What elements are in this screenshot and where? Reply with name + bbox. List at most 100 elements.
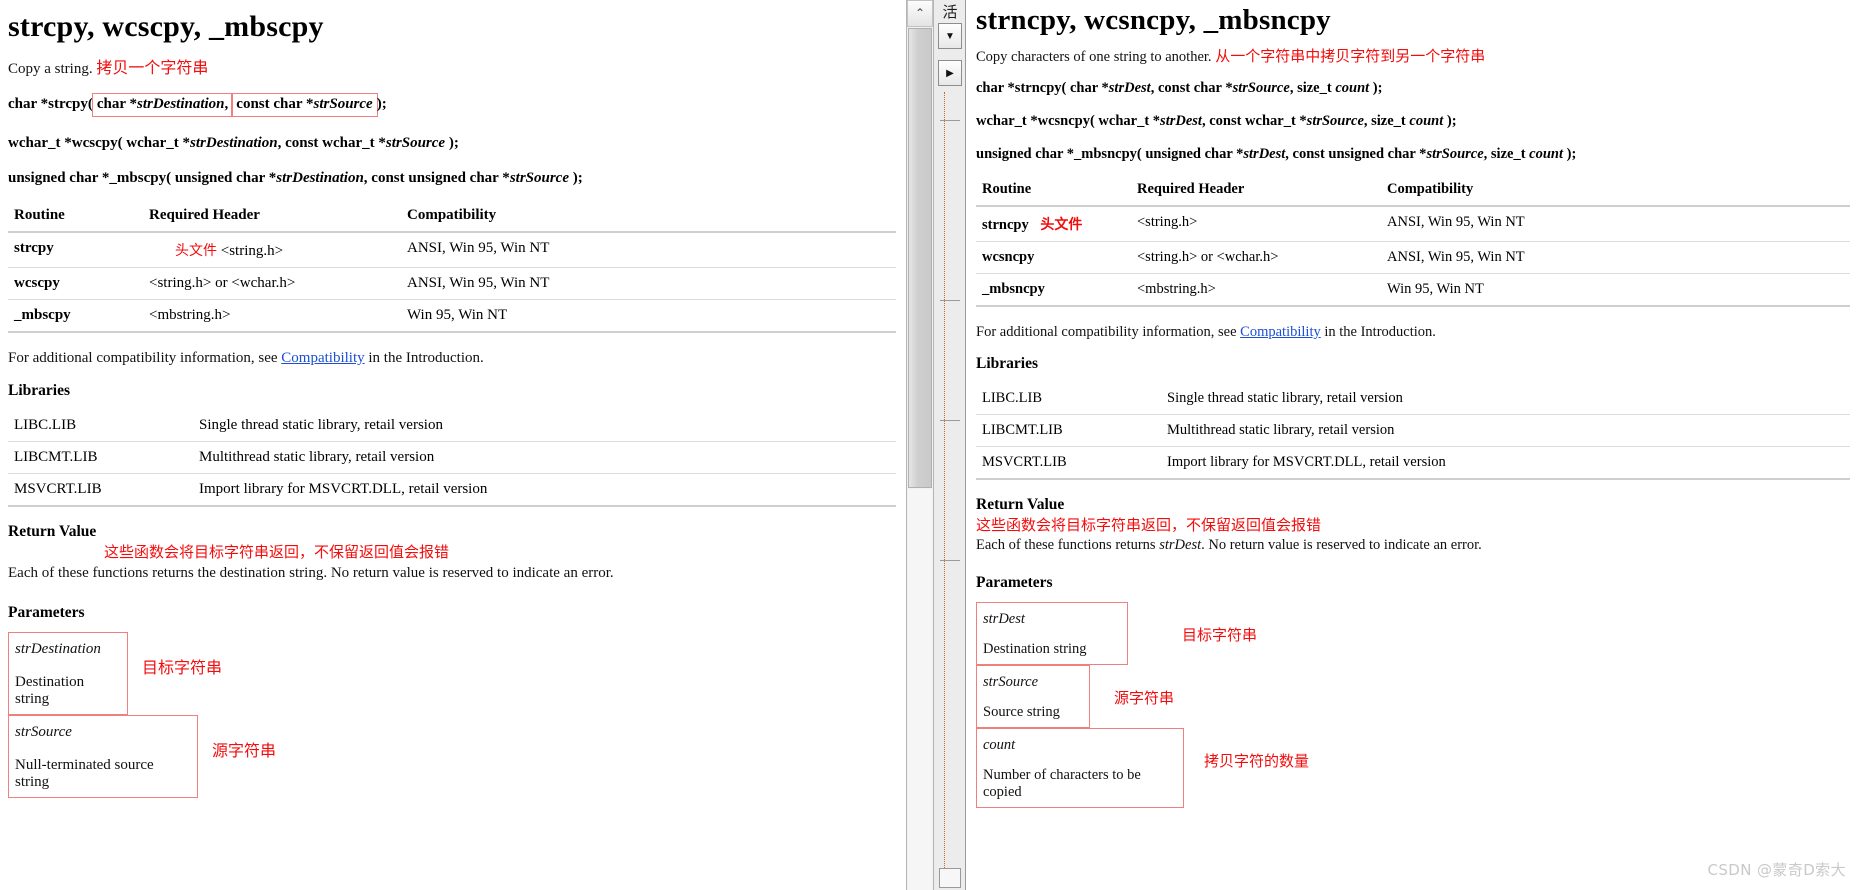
right-summary-annotation: 从一个字符串中拷贝字符到另一个字符串 — [1215, 47, 1486, 65]
toolbar-divider — [940, 560, 960, 561]
toolbar-divider — [940, 120, 960, 121]
right-param-row-1: strSource Source string 源字符串 — [976, 665, 1850, 729]
left-summary-annotation: 拷贝一个字符串 — [96, 58, 209, 77]
left-row2-compat: Win 95, Win NT — [401, 299, 896, 333]
left-proto1-suffix: ); — [376, 95, 387, 112]
right-row1-routine: wcsncpy — [976, 241, 1131, 275]
right-summary-text: Copy characters of one string to another… — [976, 49, 1212, 65]
right-row1-header: <string.h> or <wchar.h> — [1131, 241, 1381, 275]
left-return-heading: Return Value — [8, 522, 97, 540]
left-proto2-plain2: , const wchar_t * — [277, 134, 386, 151]
right-prototype-1: char *strncpy( char *strDest, const char… — [976, 80, 1850, 97]
left-lib1-name: LIBCMT.LIB — [8, 441, 193, 474]
right-row1-compat: ANSI, Win 95, Win NT — [1381, 241, 1850, 275]
right-compat-before: For additional compatibility information… — [976, 324, 1241, 341]
right-param1-desc: Source string — [983, 704, 1060, 721]
left-param0-desc: Destination string — [15, 674, 85, 708]
left-proto1-prefix: char *strcpy( — [8, 95, 93, 112]
right-proto3-plain2: , const unsigned char * — [1285, 146, 1427, 163]
right-param-box-0: strDest Destination string — [976, 602, 1128, 666]
right-return-text-italic: strDest — [1159, 537, 1202, 554]
right-proto2-plain2: , const wchar_t * — [1201, 113, 1307, 130]
left-param0-annotation: 目标字符串 — [142, 658, 223, 678]
right-proto2-italic2: strSource — [1306, 113, 1364, 130]
table-row: wcsncpy <string.h> or <wchar.h> ANSI, Wi… — [976, 241, 1850, 275]
right-param2-name: count — [983, 737, 1016, 754]
right-routine-table-header-row: Routine Required Header Compatibility — [976, 179, 1850, 208]
right-param-row-2: count Number of characters to be copied … — [976, 728, 1850, 809]
left-param1-annotation: 源字符串 — [212, 741, 277, 761]
right-param2-annotation: 拷贝字符的数量 — [1204, 752, 1310, 771]
left-proto3-italic1: strDestination — [276, 169, 364, 186]
left-row0-compat: ANSI, Win 95, Win NT — [401, 231, 896, 268]
vertical-mini-toolbar[interactable]: 活 ▼ ▶ — [934, 0, 966, 890]
right-param-box-1: strSource Source string — [976, 665, 1090, 729]
play-right-icon[interactable]: ▶ — [938, 60, 962, 86]
left-row0-routine: strcpy — [8, 231, 143, 268]
right-libraries-heading: Libraries — [976, 355, 1038, 373]
left-proto2-italic1: strDestination — [190, 134, 278, 151]
left-document-pane[interactable]: strcpy, wcscpy, _mbscpy Copy a string. 拷… — [0, 0, 906, 890]
left-proto1-arg2-plain: const char * — [236, 95, 314, 112]
right-lib2-name: MSVCRT.LIB — [976, 446, 1161, 481]
left-param-box-0: strDestination Destination string — [8, 632, 128, 716]
left-return-annotation: 这些函数会将目标字符串返回，不保留返回值会报错 — [104, 542, 450, 561]
left-libraries-heading: Libraries — [8, 381, 70, 399]
right-th-compat: Compatibility — [1381, 179, 1850, 208]
left-page-title: strcpy, wcscpy, _mbscpy — [8, 10, 324, 43]
right-row2-header: <mbstring.h> — [1131, 273, 1381, 308]
table-row: strcpy 头文件 <string.h> ANSI, Win 95, Win … — [8, 231, 896, 268]
right-proto2-plain1: wchar_t *wcsncpy( wchar_t * — [976, 113, 1161, 130]
chevron-down-icon[interactable]: ▼ — [938, 23, 962, 49]
csdn-watermark: CSDN @蒙奇D索大 — [1707, 861, 1846, 879]
right-proto3-italic3: count — [1529, 146, 1563, 163]
right-lib1-desc: Multithread static library, retail versi… — [1161, 414, 1850, 448]
left-compatibility-link[interactable]: Compatibility — [281, 350, 364, 366]
right-proto3-plain1: unsigned char *_mbsncpy( unsigned char * — [976, 146, 1244, 163]
right-summary-line: Copy characters of one string to another… — [976, 47, 1850, 66]
right-document-pane[interactable]: strncpy, wcsncpy, _mbsncpy Copy characte… — [966, 0, 1862, 890]
right-parameters-heading: Parameters — [976, 574, 1053, 592]
right-param1-annotation: 源字符串 — [1114, 689, 1175, 708]
right-proto1-plain1: char *strncpy( char * — [976, 80, 1109, 97]
right-libraries-table: LIBC.LIB Single thread static library, r… — [976, 383, 1850, 481]
left-summary-line: Copy a string. 拷贝一个字符串 — [8, 58, 896, 79]
toolbar-label-text: 活 — [942, 3, 958, 21]
scrollbar-track[interactable] — [908, 489, 932, 890]
left-proto1-arg2-italic: strSource — [313, 95, 373, 112]
table-row: MSVCRT.LIB Import library for MSVCRT.DLL… — [8, 473, 896, 507]
scroll-up-arrow-icon[interactable]: ⌃ — [907, 0, 933, 27]
left-row1-header: <string.h> or <wchar.h> — [143, 267, 401, 300]
left-lib0-desc: Single thread static library, retail ver… — [193, 409, 896, 442]
right-row0-routine: strncpy — [982, 217, 1029, 234]
scrollbar-thumb[interactable] — [908, 28, 932, 488]
right-proto1-italic2: strSource — [1232, 80, 1290, 97]
right-param2-desc: Number of characters to be copied — [983, 767, 1141, 801]
right-return-text-a: Each of these functions returns — [976, 537, 1160, 554]
right-row2-compat: Win 95, Win NT — [1381, 273, 1850, 308]
right-return-heading: Return Value — [976, 496, 1065, 514]
table-row: MSVCRT.LIB Import library for MSVCRT.DLL… — [976, 446, 1850, 481]
left-prototype-1: char *strcpy(char *strDestination, const … — [8, 92, 896, 117]
right-proto1-suffix: ); — [1369, 80, 1383, 97]
right-param0-desc: Destination string — [983, 641, 1087, 658]
left-th-routine: Routine — [8, 204, 143, 233]
toolbar-bottom-box[interactable] — [939, 868, 961, 888]
right-header-annotation: 头文件 — [1040, 217, 1083, 234]
right-proto3-italic2: strSource — [1426, 146, 1484, 163]
toolbar-divider — [940, 420, 960, 421]
right-proto3-suffix: ); — [1563, 146, 1577, 163]
left-routine-table: Routine Required Header Compatibility st… — [8, 204, 896, 333]
right-compatibility-link[interactable]: Compatibility — [1240, 324, 1321, 340]
right-lib2-desc: Import library for MSVCRT.DLL, retail ve… — [1161, 446, 1850, 481]
left-proto2-plain1: wchar_t *wcscpy( wchar_t * — [8, 134, 191, 151]
left-proto1-arg1-italic: strDestination — [137, 95, 225, 112]
left-summary-text: Copy a string. — [8, 61, 93, 77]
left-param1-name: strSource — [15, 724, 72, 741]
right-proto1-italic3: count — [1335, 80, 1370, 97]
left-pane-scrollbar[interactable]: ⌃ — [906, 0, 934, 890]
table-row: LIBCMT.LIB Multithread static library, r… — [976, 414, 1850, 448]
left-row1-routine: wcscpy — [8, 267, 143, 300]
right-return-text-b: . No return value is reserved to indicat… — [1201, 537, 1482, 554]
right-proto3-italic1: strDest — [1243, 146, 1286, 163]
